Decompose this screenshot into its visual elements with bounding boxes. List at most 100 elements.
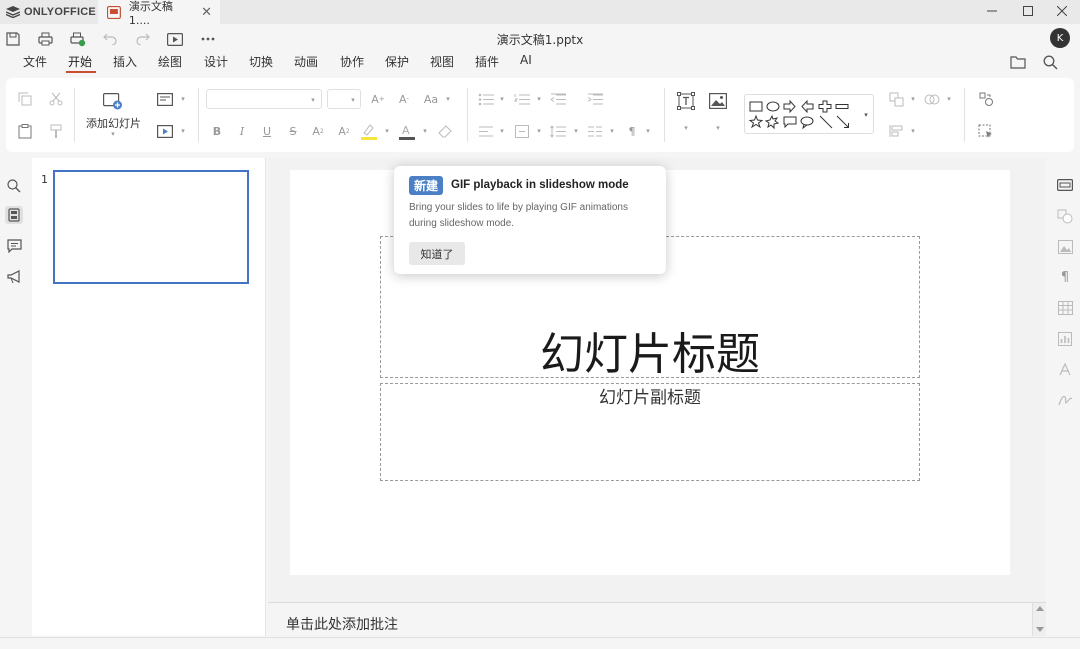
paragraph-settings-button-icon[interactable]: ¶ (1055, 267, 1075, 287)
slideshow-dropdown-icon[interactable]: ▾ (179, 127, 187, 135)
start-slideshow-button[interactable] (166, 30, 184, 48)
font-color-dropdown-icon[interactable]: ▾ (421, 127, 429, 135)
line-spacing-icon[interactable] (550, 123, 566, 139)
close-window-button[interactable] (1044, 0, 1080, 22)
slide-settings-button[interactable] (1055, 175, 1075, 195)
save-button[interactable] (4, 30, 22, 48)
align-shapes-dropdown-icon[interactable]: ▾ (909, 127, 917, 135)
insert-image-button[interactable] (709, 93, 727, 109)
notes-placeholder[interactable]: 单击此处添加批注 (286, 614, 398, 634)
columns-dropdown-icon[interactable]: ▾ (608, 127, 616, 135)
superscript-icon[interactable]: A2 (310, 123, 326, 139)
minimize-window-button[interactable] (974, 0, 1010, 22)
slideshow-start-button[interactable] (157, 123, 173, 139)
change-case-icon[interactable]: Aa (423, 91, 439, 107)
font-size-dropdown-icon[interactable]: ▾ (349, 96, 357, 104)
increase-font-size-icon[interactable]: A + (370, 91, 386, 107)
slides-panel-button[interactable] (5, 206, 23, 224)
slide-title-text[interactable]: 幻灯片标题 (380, 318, 920, 382)
text-box-dropdown-icon[interactable]: ▾ (682, 124, 690, 132)
layout-button[interactable] (157, 91, 173, 107)
text-box-button[interactable] (677, 92, 695, 110)
highlight-color-button[interactable] (360, 122, 378, 140)
decrease-indent-icon[interactable] (550, 91, 566, 107)
merge-dropdown-icon[interactable]: ▾ (945, 95, 953, 103)
numbering-icon[interactable] (514, 91, 530, 107)
bold-icon[interactable]: B (209, 123, 225, 139)
layout-dropdown-icon[interactable]: ▾ (179, 95, 187, 103)
menu-home[interactable]: 开始 (68, 53, 92, 70)
print-button[interactable] (36, 30, 54, 48)
columns-icon[interactable] (587, 123, 603, 139)
chart-settings-button[interactable] (1055, 329, 1075, 349)
menu-ai[interactable]: AI (520, 53, 532, 67)
font-name-dropdown-icon[interactable]: ▾ (309, 96, 317, 104)
comments-button[interactable] (5, 237, 23, 255)
line-spacing-dropdown-icon[interactable]: ▾ (572, 127, 580, 135)
increase-indent-icon[interactable] (587, 91, 603, 107)
image-dropdown-icon[interactable]: ▾ (714, 124, 722, 132)
redo-button[interactable] (134, 30, 152, 48)
strikethrough-icon[interactable]: S (285, 123, 301, 139)
add-slide-button[interactable] (103, 93, 123, 110)
feedback-button[interactable] (5, 268, 23, 286)
shape-gallery-expand-icon[interactable]: ▾ (862, 111, 870, 119)
highlight-dropdown-icon[interactable]: ▾ (383, 127, 391, 135)
shape-settings-button[interactable] (1055, 206, 1075, 226)
menu-transitions[interactable]: 切换 (249, 53, 273, 70)
font-name-combo[interactable]: ▾ (206, 89, 322, 109)
menu-insert[interactable]: 插入 (113, 53, 137, 70)
text-art-settings-button[interactable] (1055, 360, 1075, 380)
decrease-font-size-icon[interactable]: A- (396, 91, 412, 107)
shape-gallery[interactable]: ▾ (744, 94, 874, 134)
menu-design[interactable]: 设计 (204, 53, 228, 70)
add-slide-dropdown-icon[interactable]: ▾ (109, 130, 117, 138)
paragraph-settings-icon[interactable]: ¶ (624, 123, 640, 139)
menu-collaboration[interactable]: 协作 (340, 53, 364, 70)
table-settings-button[interactable] (1055, 298, 1075, 318)
find-button[interactable] (5, 177, 23, 195)
got-it-button[interactable]: 知道了 (409, 242, 465, 265)
bullets-dropdown-icon[interactable]: ▾ (498, 95, 506, 103)
align-left-icon[interactable] (478, 123, 494, 139)
underline-icon[interactable]: U (259, 123, 275, 139)
scroll-up-icon[interactable] (1036, 606, 1044, 611)
vertical-align-icon[interactable] (514, 123, 530, 139)
merge-shapes-icon[interactable] (924, 91, 940, 107)
menu-plugins[interactable]: 插件 (475, 53, 499, 70)
add-slide-label[interactable]: 添加幻灯片 (86, 115, 141, 131)
slide-subtitle-text[interactable]: 幻灯片副标题 (380, 383, 920, 408)
numbering-dropdown-icon[interactable]: ▾ (535, 95, 543, 103)
change-case-dropdown-icon[interactable]: ▾ (444, 95, 452, 103)
menu-draw[interactable]: 绘图 (158, 53, 182, 70)
quick-print-button[interactable] (69, 30, 87, 48)
align-dropdown-icon[interactable]: ▾ (498, 127, 506, 135)
font-size-combo[interactable]: ▾ (327, 89, 361, 109)
notes-scrollbar[interactable] (1032, 603, 1046, 636)
arrange-dropdown-icon[interactable]: ▾ (909, 95, 917, 103)
menu-file[interactable]: 文件 (23, 53, 47, 70)
user-avatar[interactable]: K (1050, 28, 1070, 48)
close-tab-icon[interactable]: ✕ (201, 5, 212, 20)
menu-protection[interactable]: 保护 (385, 53, 409, 70)
arrange-icon[interactable] (888, 91, 904, 107)
copy-button[interactable] (17, 91, 33, 107)
paste-button[interactable] (17, 123, 33, 139)
subscript-icon[interactable]: A2 (336, 123, 352, 139)
vertical-align-dropdown-icon[interactable]: ▾ (535, 127, 543, 135)
replace-icon[interactable] (978, 91, 994, 107)
italic-icon[interactable]: I (234, 123, 250, 139)
scroll-down-icon[interactable] (1036, 627, 1044, 632)
undo-button[interactable] (101, 30, 119, 48)
menu-animation[interactable]: 动画 (294, 53, 318, 70)
more-actions-button[interactable] (199, 30, 217, 48)
maximize-window-button[interactable] (1010, 0, 1046, 22)
document-tab[interactable]: 演示文稿1.... ✕ (98, 0, 220, 27)
bullets-icon[interactable] (478, 91, 494, 107)
signature-settings-button[interactable] (1055, 390, 1075, 410)
format-painter-button[interactable] (48, 123, 64, 139)
font-color-button[interactable]: A (398, 122, 416, 140)
search-button[interactable] (1043, 55, 1058, 70)
open-file-location-button[interactable] (1010, 55, 1026, 69)
paragraph-dropdown-icon[interactable]: ▾ (644, 127, 652, 135)
